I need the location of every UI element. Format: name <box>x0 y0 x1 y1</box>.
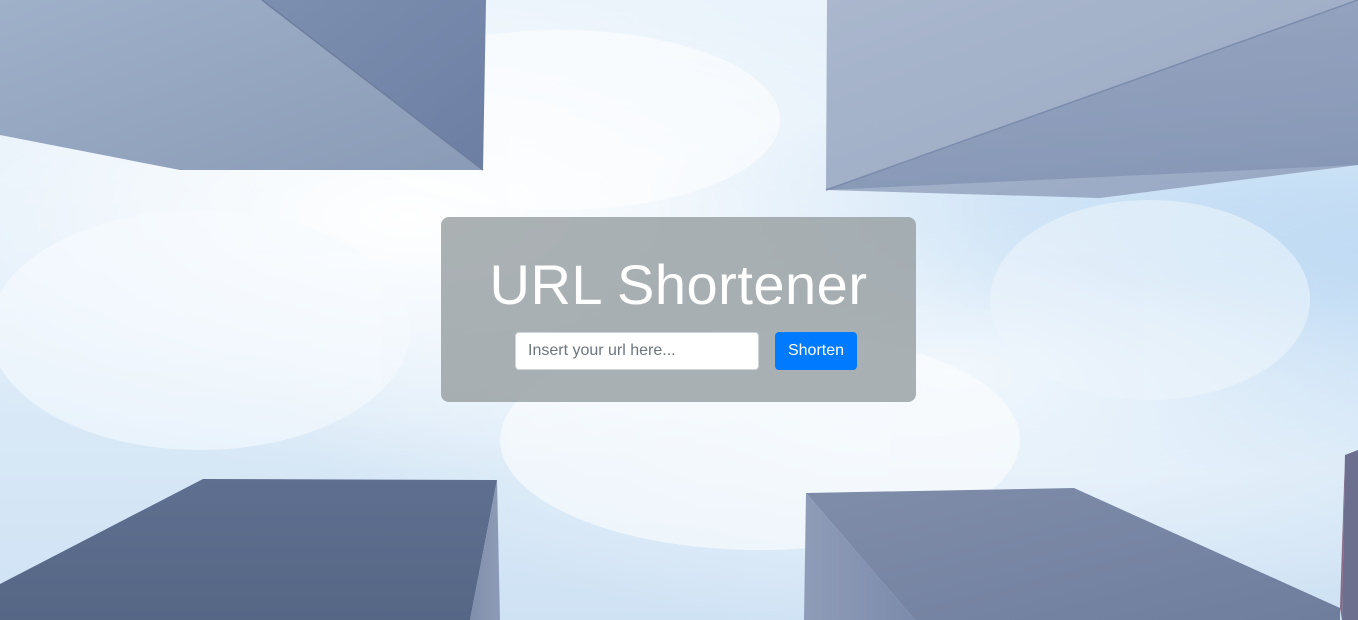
concrete-block-bottom-left <box>0 479 500 620</box>
shorten-button[interactable]: Shorten <box>775 332 857 370</box>
page-root: URL Shortener Shorten <box>0 0 1358 620</box>
shortener-card: URL Shortener Shorten <box>441 217 916 402</box>
page-title: URL Shortener <box>489 253 868 316</box>
concrete-block-top-right <box>825 0 1358 198</box>
concrete-block-top-left <box>0 0 486 171</box>
url-input[interactable] <box>515 332 759 370</box>
